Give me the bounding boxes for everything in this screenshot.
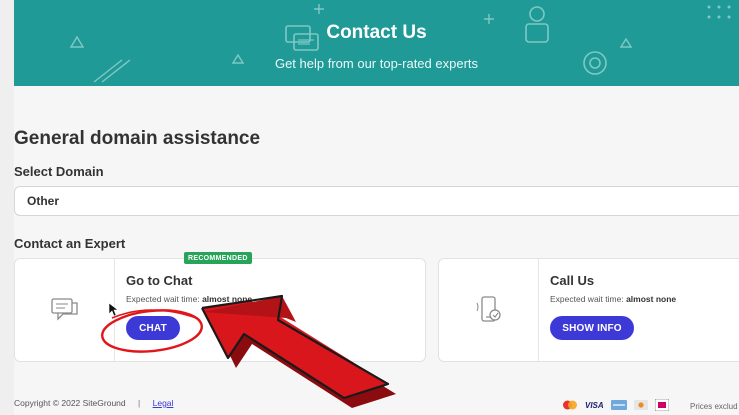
annotation-circle [101, 309, 203, 353]
annotation-overlay [101, 294, 396, 408]
mouse-cursor-icon [108, 302, 119, 317]
annotation-arrow [201, 294, 396, 408]
